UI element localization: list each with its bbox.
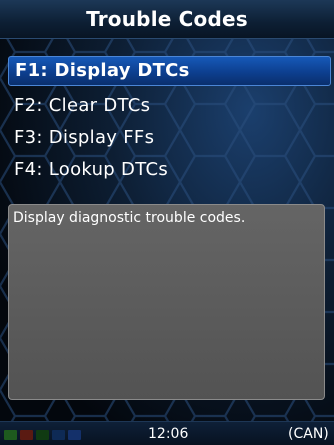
description-text: Display diagnostic trouble codes. xyxy=(13,210,246,226)
description-panel: Display diagnostic trouble codes. xyxy=(8,204,325,400)
menu-item-display-dtcs[interactable]: F1: Display DTCs xyxy=(8,56,331,86)
menu-item-display-ffs[interactable]: F3: Display FFs xyxy=(0,122,334,154)
clock-time: 12:06 xyxy=(148,426,189,442)
menu-item-lookup-dtcs[interactable]: F4: Lookup DTCs xyxy=(0,154,334,186)
status-bar: 12:06 (CAN) xyxy=(0,421,334,445)
status-indicator-2 xyxy=(20,430,33,440)
menu-item-clear-dtcs[interactable]: F2: Clear DTCs xyxy=(0,90,334,122)
status-indicator-1 xyxy=(4,430,17,440)
status-indicator-4 xyxy=(52,430,65,440)
scan-tool-screen: Trouble Codes F1: Display DTCs F2: Clear… xyxy=(0,0,334,445)
trouble-codes-menu: F1: Display DTCs F2: Clear DTCs F3: Disp… xyxy=(0,56,334,186)
protocol-label: (CAN) xyxy=(288,426,329,442)
status-indicator-5 xyxy=(68,430,81,440)
screen-title: Trouble Codes xyxy=(0,0,334,39)
status-indicator-3 xyxy=(36,430,49,440)
